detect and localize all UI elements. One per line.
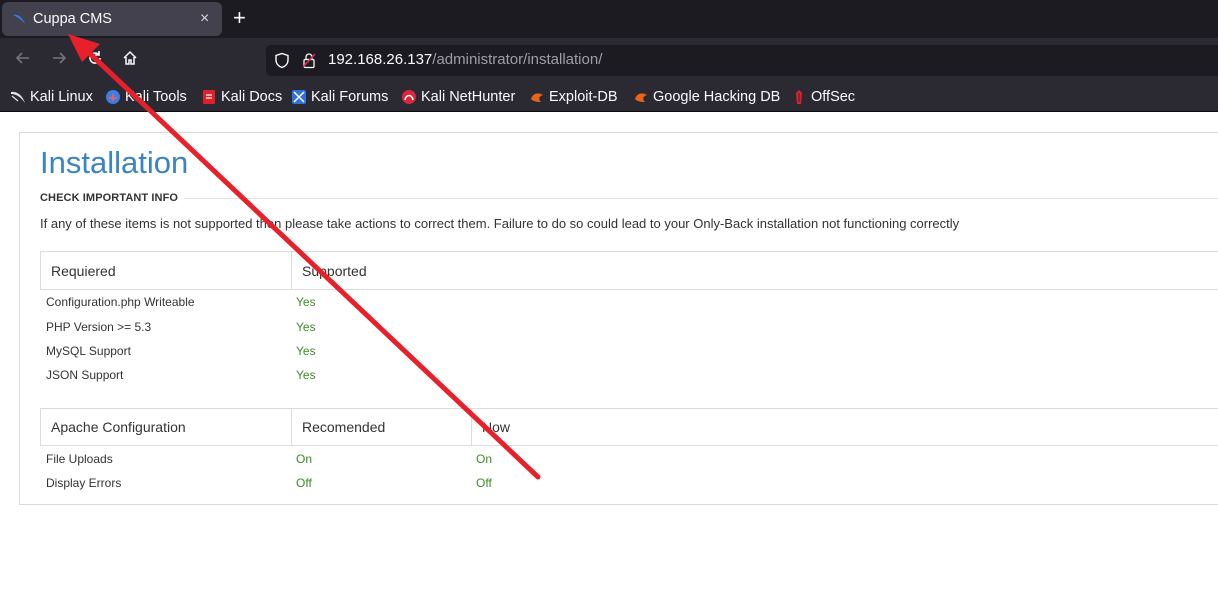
nethunter-icon <box>402 90 416 104</box>
column-header-apache-configuration: Apache Configuration <box>51 419 186 435</box>
page-title: Installation <box>40 145 189 180</box>
ghdb-icon <box>635 93 647 102</box>
reload-button[interactable] <box>83 49 107 71</box>
exploit-db-icon <box>531 93 543 102</box>
bookmark-exploit-db[interactable]: Exploit-DB <box>529 87 618 107</box>
page-content: Installation CHECK IMPORTANT INFO If any… <box>0 113 1218 596</box>
close-tab-icon[interactable]: × <box>200 10 209 28</box>
url-host: 192.168.26.137 <box>328 51 433 68</box>
url-path: /administrator/installation/ <box>432 51 603 68</box>
home-icon <box>123 50 137 65</box>
info-text: If any of these items is not supported t… <box>40 216 960 231</box>
kali-forums-icon <box>292 90 306 104</box>
column-header-recommended: Recomended <box>291 409 471 445</box>
bookmark-label: Kali Linux <box>30 89 93 105</box>
bookmark-offsec[interactable]: OffSec <box>791 87 855 107</box>
bookmarks-toolbar: Kali Linux Kali Tools Kali Docs Kali For… <box>0 82 1218 112</box>
bookmark-label: Exploit-DB <box>549 89 618 105</box>
section-subtitle: CHECK IMPORTANT INFO <box>40 192 179 204</box>
home-button[interactable] <box>118 49 142 71</box>
requirement-label: MySQL Support <box>46 344 131 358</box>
bookmark-google-hacking-db[interactable]: Google Hacking DB <box>633 87 780 107</box>
apache-setting-label: Display Errors <box>46 476 122 490</box>
insecure-lock-icon[interactable] <box>302 52 316 69</box>
installation-panel: Installation CHECK IMPORTANT INFO If any… <box>19 132 1218 505</box>
apache-table-header: Apache Configuration Recomended Now <box>40 408 1218 446</box>
requirement-label: JSON Support <box>46 368 124 382</box>
bookmark-kali-tools[interactable]: Kali Tools <box>105 87 187 107</box>
back-arrow-icon <box>15 52 29 64</box>
apache-recommended-value: On <box>296 452 313 466</box>
requirement-label: PHP Version >= 5.3 <box>46 320 152 334</box>
kali-dragon-icon <box>13 14 25 24</box>
bookmark-kali-nethunter[interactable]: Kali NetHunter <box>401 87 515 107</box>
tab-title: Cuppa CMS <box>33 11 112 27</box>
bookmark-label: OffSec <box>811 89 856 105</box>
url-text[interactable]: 192.168.26.137/administrator/installatio… <box>328 51 602 68</box>
bookmark-kali-forums[interactable]: Kali Forums <box>291 87 388 107</box>
url-bar[interactable]: 192.168.26.137/administrator/installatio… <box>266 45 1218 76</box>
column-header-now: Now <box>471 409 1218 445</box>
bookmark-kali-docs[interactable]: Kali Docs <box>201 87 282 107</box>
bookmark-kali-linux[interactable]: Kali Linux <box>10 87 93 107</box>
requirement-label: Configuration.php Writeable <box>46 295 195 309</box>
kali-tools-icon <box>106 90 120 104</box>
shield-icon[interactable] <box>274 52 290 69</box>
column-header-required: Requiered <box>51 262 116 279</box>
forward-arrow-icon <box>53 52 67 64</box>
apache-recommended-value: Off <box>296 476 312 490</box>
requirement-status: Yes <box>296 295 316 309</box>
browser-tab[interactable]: Cuppa CMS × <box>2 2 222 36</box>
bookmark-label: Kali NetHunter <box>421 89 516 105</box>
apache-current-value: On <box>476 452 493 466</box>
bookmark-label: Google Hacking DB <box>653 89 781 105</box>
requirement-status: Yes <box>296 368 316 382</box>
navigation-bar: 192.168.26.137/administrator/installatio… <box>0 38 1218 82</box>
requirement-status: Yes <box>296 344 316 358</box>
apache-current-value: Off <box>476 476 492 490</box>
tab-bar: Cuppa CMS × + <box>0 0 1218 38</box>
offsec-icon <box>796 90 802 104</box>
reload-icon <box>89 51 101 64</box>
kali-docs-icon <box>203 90 215 104</box>
bookmark-label: Kali Forums <box>311 89 389 105</box>
kali-icon <box>11 91 25 103</box>
new-tab-button[interactable]: + <box>233 5 246 31</box>
bookmark-label: Kali Tools <box>125 89 187 105</box>
back-button[interactable] <box>11 49 35 71</box>
bookmark-label: Kali Docs <box>221 89 283 105</box>
column-header-supported: Supported <box>291 252 1218 289</box>
subtitle-divider <box>184 198 1218 199</box>
requirement-status: Yes <box>296 320 316 334</box>
apache-setting-label: File Uploads <box>46 452 113 466</box>
requirements-table-header: Requiered Supported <box>40 251 1218 290</box>
forward-button[interactable] <box>47 49 71 71</box>
